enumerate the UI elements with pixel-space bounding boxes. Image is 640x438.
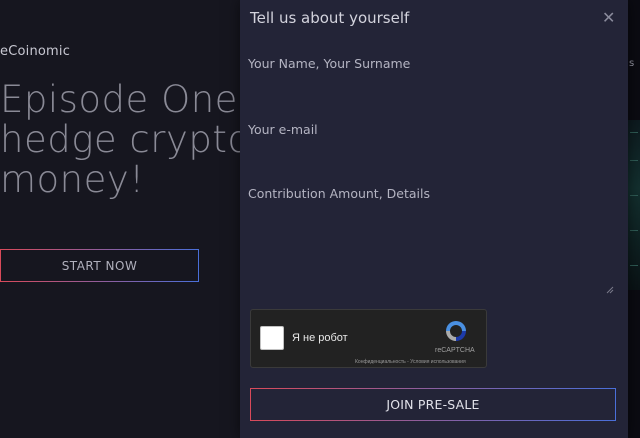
background-graphic: [628, 120, 640, 290]
recaptcha-terms-link[interactable]: Конфиденциальность - Условия использован…: [355, 359, 466, 365]
presale-modal: Tell us about yourself ✕ Your Name, Your…: [240, 0, 628, 438]
name-input[interactable]: Your Name, Your Surname: [248, 56, 410, 71]
resize-handle-icon[interactable]: [606, 286, 614, 294]
join-presale-button[interactable]: JOIN PRE-SALE: [250, 388, 616, 421]
modal-title: Tell us about yourself: [250, 9, 410, 27]
recaptcha-checkbox[interactable]: [260, 326, 284, 350]
recaptcha-logo-icon: [446, 321, 466, 341]
right-edge-letter: s: [629, 58, 635, 69]
email-input[interactable]: Your e-mail: [248, 122, 318, 137]
details-textarea[interactable]: Contribution Amount, Details: [248, 178, 616, 296]
start-now-button[interactable]: START NOW: [0, 249, 199, 282]
right-edge-background: s: [628, 0, 640, 438]
recaptcha-widget: Я не робот reCAPTCHA Конфиденциальность …: [250, 309, 487, 368]
brand-logo-text[interactable]: eCoinomic: [0, 44, 70, 59]
recaptcha-label: Я не робот: [292, 332, 348, 344]
details-placeholder: Contribution Amount, Details: [248, 186, 430, 201]
recaptcha-brand: reCAPTCHA: [435, 347, 475, 354]
close-icon[interactable]: ✕: [602, 9, 615, 27]
